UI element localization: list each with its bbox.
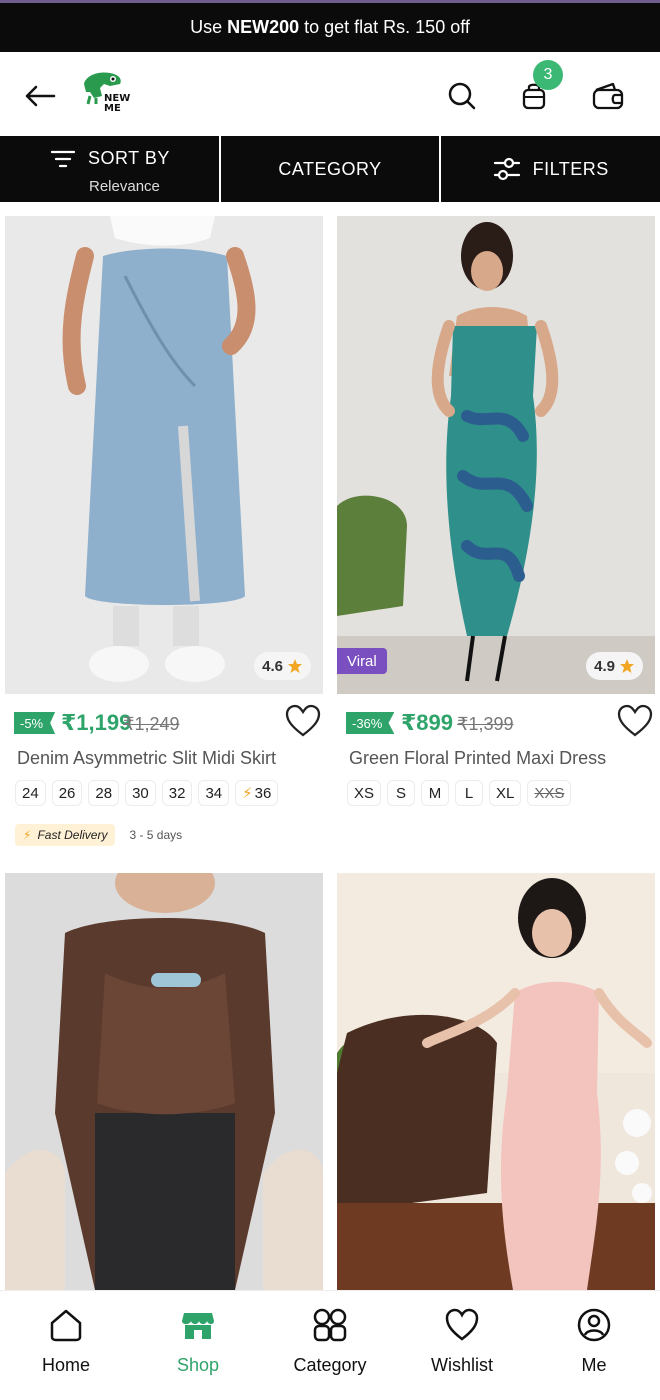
shop-icon	[182, 1313, 214, 1339]
product-price: ₹1,199	[61, 710, 132, 735]
product-image[interactable]	[5, 873, 323, 1290]
nav-me[interactable]: Me	[528, 1291, 660, 1400]
size-list: 24 26 28 30 32 34 ⚡ 36	[15, 780, 279, 806]
rating-badge: 4.6	[254, 652, 311, 680]
back-button[interactable]	[18, 74, 62, 118]
nav-me-label: Me	[581, 1355, 607, 1375]
nav-category[interactable]: Category	[264, 1291, 396, 1400]
nav-shop-label: Shop	[176, 1355, 220, 1375]
wishlist-button[interactable]	[285, 704, 321, 740]
home-icon	[50, 1309, 82, 1342]
product-image[interactable]: Viral 4.9	[337, 216, 655, 694]
product-photo-top	[5, 873, 323, 1290]
size-chip[interactable]: S	[387, 780, 416, 806]
product-card[interactable]: 4.6 -5% ₹1,199 ₹1,249 Denim Asymmetric S…	[5, 216, 323, 866]
filter-sliders-icon	[493, 157, 520, 181]
size-chip-unavailable[interactable]: XXS	[527, 780, 572, 806]
filters-label: FILTERS	[532, 158, 609, 179]
rating-badge: 4.9	[586, 652, 643, 680]
bottom-nav: Home Shop Category Wishlist Me	[0, 1290, 660, 1400]
promo-suffix: to get flat Rs. 150 off	[304, 17, 470, 37]
logo-text: NEW ME	[104, 93, 131, 114]
heart-icon	[617, 704, 653, 737]
search-button[interactable]	[440, 74, 484, 118]
size-list: XS S M L XL XXS	[347, 780, 572, 806]
star-icon	[288, 659, 302, 673]
lightning-icon: ⚡	[242, 785, 253, 802]
size-chip[interactable]: 32	[161, 780, 193, 806]
wallet-button[interactable]	[586, 74, 630, 118]
product-mrp: ₹1,399	[457, 714, 514, 734]
size-chip[interactable]: 28	[88, 780, 120, 806]
search-icon	[448, 82, 476, 110]
wishlist-button[interactable]	[617, 704, 653, 740]
nav-home[interactable]: Home	[0, 1291, 132, 1400]
newme-logo[interactable]: NEW ME	[80, 70, 140, 120]
wallet-icon	[592, 82, 624, 110]
size-chip[interactable]: XS	[347, 780, 382, 806]
size-chip[interactable]: L	[455, 780, 484, 806]
nav-wishlist-label: Wishlist	[431, 1355, 493, 1375]
product-image[interactable]: 4.6	[5, 216, 323, 694]
star-icon	[620, 659, 634, 673]
sort-by-label: SORT BY	[88, 148, 170, 168]
size-chip[interactable]: M	[421, 780, 450, 806]
product-name[interactable]: Denim Asymmetric Slit Midi Skirt	[17, 748, 276, 769]
product-photo-pink-dress	[337, 873, 655, 1290]
category-label: CATEGORY	[278, 158, 382, 179]
heart-icon	[285, 704, 321, 737]
sort-by-button[interactable]: SORT BY Relevance	[0, 136, 219, 202]
promo-banner: Use NEW200 to get flat Rs. 150 off	[0, 0, 660, 52]
lightning-icon: ⚡	[23, 828, 32, 842]
size-chip-limited[interactable]: ⚡ 36	[235, 780, 279, 806]
discount-badge: -36%	[346, 712, 395, 734]
sort-by-value: Relevance	[89, 178, 160, 195]
promo-prefix: Use	[190, 17, 223, 37]
size-chip[interactable]: 30	[125, 780, 156, 806]
promo-code: NEW200	[227, 17, 300, 37]
filters-button[interactable]: FILTERS	[439, 136, 660, 202]
heart-icon	[445, 1308, 479, 1341]
product-price: ₹899	[401, 710, 454, 735]
nav-category-label: Category	[293, 1355, 367, 1375]
app-header: NEW ME 3	[0, 52, 660, 136]
product-card[interactable]	[5, 873, 323, 1290]
sort-filter-bar: SORT BY Relevance CATEGORY FILTERS	[0, 136, 660, 202]
size-chip[interactable]: 24	[15, 780, 46, 806]
delivery-info: ⚡ Fast Delivery 3 - 5 days	[15, 824, 182, 846]
product-card[interactable]: Viral 4.9 -36% ₹899 ₹1,399 Green Floral …	[337, 216, 655, 866]
cart-count-badge: 3	[533, 60, 563, 90]
product-photo-skirt	[5, 216, 323, 694]
size-chip[interactable]: XL	[489, 780, 522, 806]
arrow-left-icon	[25, 85, 56, 107]
viral-badge: Viral	[337, 648, 387, 674]
category-icon	[313, 1308, 347, 1342]
fast-delivery-tag: ⚡ Fast Delivery	[15, 824, 116, 846]
nav-home-label: Home	[41, 1355, 90, 1375]
sort-icon	[50, 150, 76, 167]
size-chip[interactable]: 26	[51, 780, 83, 806]
product-card[interactable]	[337, 873, 655, 1290]
product-mrp: ₹1,249	[123, 714, 180, 734]
product-image[interactable]	[337, 873, 655, 1290]
nav-wishlist[interactable]: Wishlist	[396, 1291, 528, 1400]
nav-shop[interactable]: Shop	[132, 1291, 264, 1400]
discount-badge: -5%	[14, 712, 56, 734]
category-button[interactable]: CATEGORY	[218, 136, 440, 202]
product-photo-dress	[337, 216, 655, 694]
size-chip[interactable]: 34	[198, 780, 230, 806]
user-icon	[577, 1308, 611, 1342]
delivery-time: 3 - 5 days	[129, 828, 183, 842]
product-name[interactable]: Green Floral Printed Maxi Dress	[349, 748, 606, 769]
